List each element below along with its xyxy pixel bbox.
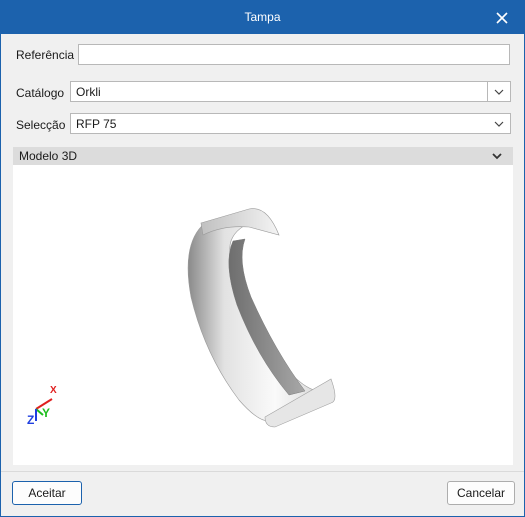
seleccao-dropdown-button[interactable] — [488, 114, 510, 133]
ring-model — [187, 208, 336, 428]
window-title: Tampa — [244, 10, 281, 24]
axis-x-label: X — [50, 385, 57, 396]
model-3d-viewer[interactable]: X Y Z — [13, 165, 513, 465]
cancel-button[interactable]: Cancelar — [447, 481, 515, 505]
catalogo-dropdown-button[interactable] — [487, 82, 510, 101]
section-title: Modelo 3D — [19, 149, 78, 163]
title-bar: Tampa — [1, 1, 524, 34]
referencia-label: Referência — [16, 48, 75, 62]
model-3d-canvas — [187, 208, 336, 428]
catalogo-value: Orkli — [76, 85, 101, 99]
chevron-down-icon — [494, 121, 504, 127]
axis-y-label: Y — [42, 406, 51, 420]
axis-z-label: Z — [27, 413, 35, 427]
referencia-input[interactable] — [78, 44, 510, 65]
axes-gizmo: X Y Z — [25, 385, 61, 427]
seleccao-value: RFP 75 — [76, 117, 117, 131]
catalogo-select[interactable]: Orkli — [70, 81, 511, 102]
seleccao-select[interactable]: RFP 75 — [70, 113, 511, 134]
chevron-down-icon — [494, 89, 504, 95]
dialog-body: Referência Catálogo Orkli Selecção RFP 7… — [1, 34, 524, 516]
close-icon — [496, 11, 508, 24]
chevron-down-icon[interactable] — [492, 153, 502, 160]
footer-divider — [1, 471, 524, 472]
accept-button[interactable]: Aceitar — [12, 481, 82, 505]
dialog-window: Tampa Referência Catálogo Orkli Selecção… — [0, 0, 525, 517]
catalogo-label: Catálogo — [16, 86, 65, 100]
close-button[interactable] — [480, 1, 524, 34]
seleccao-label: Selecção — [16, 118, 66, 132]
modelo-3d-section-header[interactable]: Modelo 3D — [13, 147, 513, 165]
